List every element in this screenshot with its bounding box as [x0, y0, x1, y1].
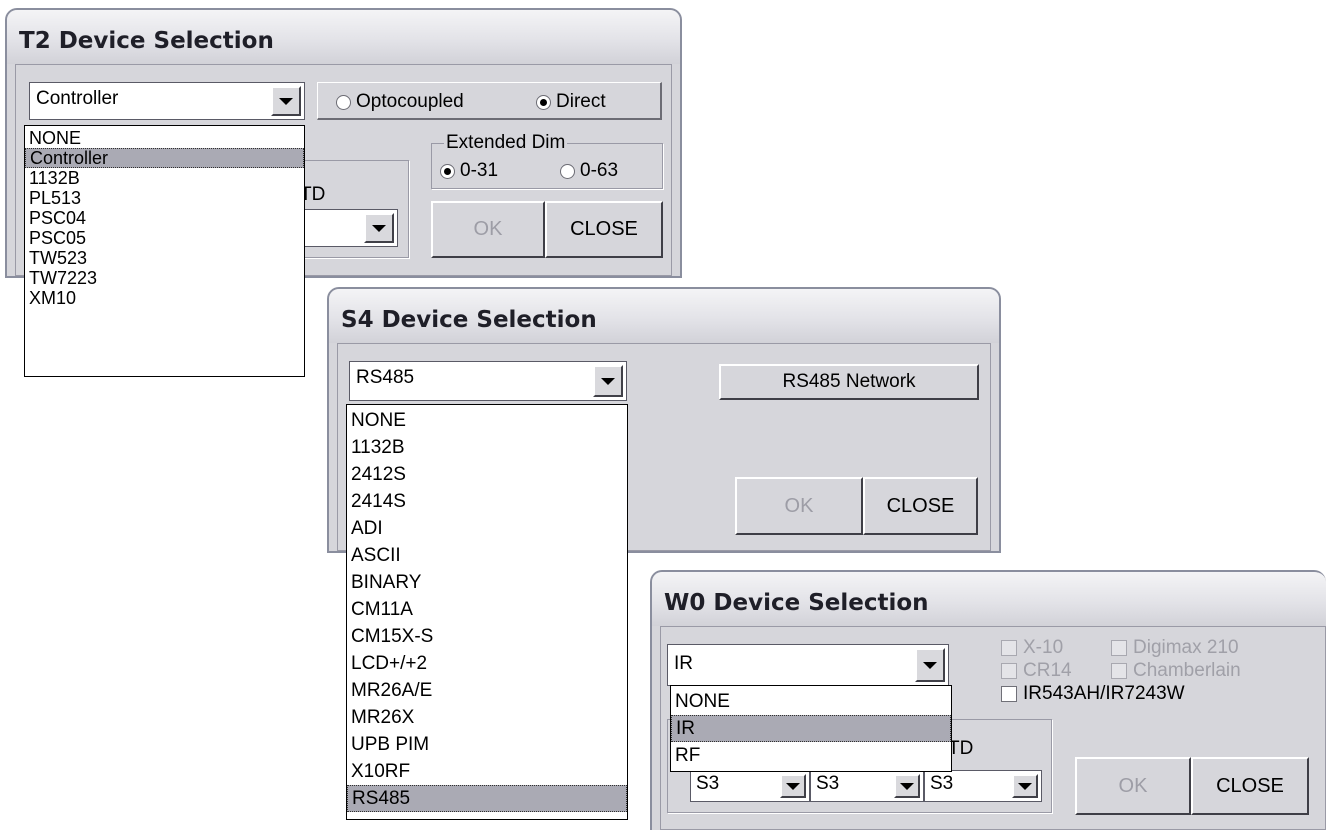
w0-check-chamberlain[interactable]: Chamberlain: [1111, 660, 1241, 682]
list-item[interactable]: 1132B: [347, 434, 627, 461]
list-item[interactable]: TW523: [25, 248, 304, 268]
list-item[interactable]: NONE: [671, 688, 951, 715]
list-item-selected[interactable]: RS485: [347, 785, 627, 812]
w0-device-combo[interactable]: IR: [667, 644, 949, 686]
w0-dialog-title: W0 Device Selection: [664, 590, 929, 616]
list-item[interactable]: NONE: [347, 407, 627, 434]
w0-combo-3-value: S3: [930, 773, 954, 794]
w0-combo-2-value: S3: [816, 773, 840, 794]
checkbox-icon: [1001, 686, 1017, 702]
t2-device-combo-value: Controller: [36, 88, 119, 109]
t2-device-dropdown-list: NONE Controller 1132B PL513 PSC04 PSC05 …: [24, 125, 305, 377]
w0-check-ir543[interactable]: IR543AH/IR7243W: [1001, 683, 1185, 705]
list-item[interactable]: 2412S: [347, 461, 627, 488]
w0-check-ir543-label: IR543AH/IR7243W: [1023, 683, 1185, 704]
list-item[interactable]: MR26A/E: [347, 677, 627, 704]
list-item[interactable]: UPB PIM: [347, 731, 627, 758]
list-item[interactable]: PSC05: [25, 228, 304, 248]
radio-selected-icon: [536, 94, 551, 110]
w0-check-x10[interactable]: X-10: [1001, 637, 1063, 659]
chevron-down-icon[interactable]: [593, 365, 623, 397]
radio-circle-icon: [336, 94, 351, 110]
s4-rs485-network-button[interactable]: RS485 Network: [719, 364, 979, 400]
t2-radio-optocoupled-label: Optocoupled: [356, 91, 464, 112]
s4-titlebar[interactable]: S4 Device Selection: [329, 289, 999, 343]
w0-combo-1-value: S3: [696, 773, 720, 794]
t2-dialog-title: T2 Device Selection: [19, 28, 274, 54]
radio-circle-icon: [560, 163, 575, 179]
w0-combo-3[interactable]: S3: [924, 770, 1042, 802]
w0-check-cr14[interactable]: CR14: [1001, 660, 1072, 682]
list-item[interactable]: ADI: [347, 515, 627, 542]
list-item-selected[interactable]: IR: [671, 715, 951, 742]
list-item-selected[interactable]: Controller: [25, 148, 304, 168]
list-item[interactable]: ASCII: [347, 542, 627, 569]
chevron-down-icon[interactable]: [894, 774, 920, 798]
list-item[interactable]: CM11A: [347, 596, 627, 623]
w0-check-x10-label: X-10: [1023, 637, 1064, 658]
w0-check-cr14-label: CR14: [1023, 660, 1072, 681]
t2-close-button[interactable]: CLOSE: [545, 201, 663, 258]
list-item[interactable]: NONE: [25, 128, 304, 148]
w0-combo-2[interactable]: S3: [810, 770, 924, 802]
w0-check-chamberlain-label: Chamberlain: [1133, 660, 1241, 681]
chevron-down-icon[interactable]: [915, 648, 945, 682]
t2-extended-dim-label: Extended Dim: [444, 132, 568, 153]
list-item[interactable]: X10RF: [347, 758, 627, 785]
chevron-down-icon[interactable]: [364, 213, 394, 243]
chevron-down-icon[interactable]: [271, 86, 301, 116]
t2-radio-direct-label: Direct: [556, 91, 606, 112]
t2-extended-dim-group: Extended Dim 0-31 0-63: [431, 133, 663, 189]
t2-interface-radio-panel: Optocoupled Direct: [317, 82, 662, 120]
t2-radio-direct[interactable]: Direct: [536, 91, 606, 113]
s4-dialog-title: S4 Device Selection: [341, 307, 597, 333]
checkbox-icon: [1111, 640, 1127, 656]
t2-titlebar[interactable]: T2 Device Selection: [7, 10, 680, 64]
w0-ok-button[interactable]: OK: [1075, 757, 1191, 815]
w0-titlebar[interactable]: W0 Device Selection: [652, 572, 1326, 626]
list-item[interactable]: LCD+/+2: [347, 650, 627, 677]
w0-device-combo-value: IR: [674, 653, 693, 674]
w0-close-button[interactable]: CLOSE: [1191, 757, 1309, 815]
radio-selected-icon: [440, 163, 455, 179]
s4-device-dropdown-list: NONE 1132B 2412S 2414S ADI ASCII BINARY …: [346, 404, 628, 820]
chevron-down-icon[interactable]: [780, 774, 806, 798]
t2-ext-dim-0-31[interactable]: 0-31: [440, 160, 498, 182]
list-item[interactable]: 2414S: [347, 488, 627, 515]
t2-ok-button[interactable]: OK: [431, 201, 545, 258]
t2-ext-dim-0-63-label: 0-63: [580, 160, 619, 181]
s4-device-combo-value: RS485: [356, 367, 415, 388]
t2-ext-dim-0-63[interactable]: 0-63: [560, 160, 618, 182]
s4-ok-button[interactable]: OK: [735, 477, 863, 535]
w0-device-dropdown-list: NONE IR RF: [670, 685, 952, 772]
t2-radio-optocoupled[interactable]: Optocoupled: [336, 91, 464, 113]
w0-check-digimax-label: Digimax 210: [1133, 637, 1239, 658]
list-item[interactable]: MR26X: [347, 704, 627, 731]
t2-ext-dim-0-31-label: 0-31: [460, 160, 499, 181]
w0-combo-1[interactable]: S3: [690, 770, 810, 802]
list-item[interactable]: TW7223: [25, 268, 304, 288]
list-item[interactable]: 1132B: [25, 168, 304, 188]
list-item[interactable]: BINARY: [347, 569, 627, 596]
checkbox-icon: [1001, 663, 1017, 679]
list-item[interactable]: CM15X-S: [347, 623, 627, 650]
list-item[interactable]: PL513: [25, 188, 304, 208]
w0-check-digimax[interactable]: Digimax 210: [1111, 637, 1239, 659]
s4-close-button[interactable]: CLOSE: [863, 477, 978, 535]
s4-device-combo[interactable]: RS485: [349, 361, 627, 401]
list-item[interactable]: RF: [671, 742, 951, 769]
list-item[interactable]: XM10: [25, 288, 304, 308]
checkbox-icon: [1111, 663, 1127, 679]
list-item[interactable]: PSC04: [25, 208, 304, 228]
checkbox-icon: [1001, 640, 1017, 656]
t2-device-combo[interactable]: Controller: [29, 82, 305, 120]
chevron-down-icon[interactable]: [1012, 774, 1038, 798]
